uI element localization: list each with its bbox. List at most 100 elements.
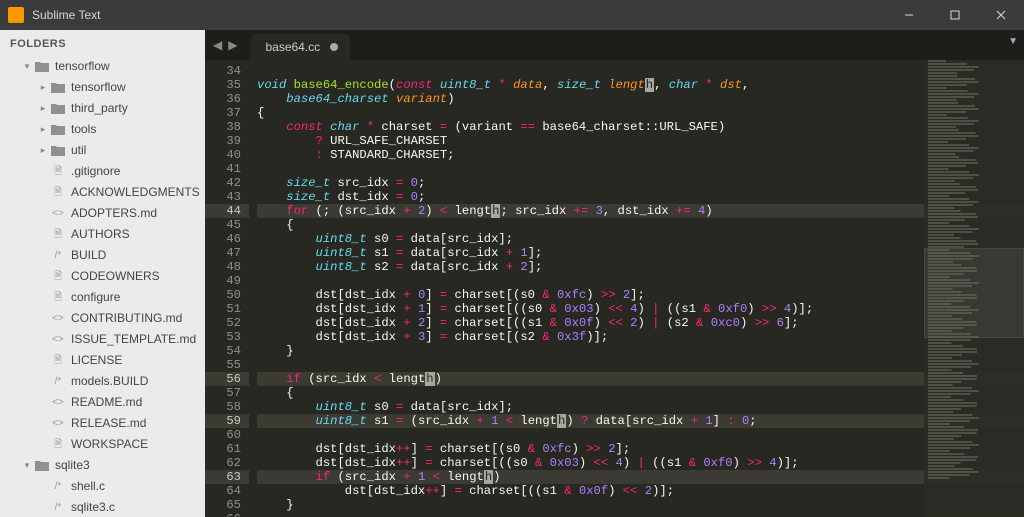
code-line[interactable] <box>257 274 1024 288</box>
code-line[interactable]: dst[dst_idx + 0] = charset[(s0 & 0xfc) >… <box>257 288 1024 302</box>
disclosure-arrow-icon[interactable]: ▸ <box>38 79 48 96</box>
code-line[interactable]: dst[dst_idx + 2] = charset[((s1 & 0x0f) … <box>257 316 1024 330</box>
code-line[interactable]: dst[dst_idx + 1] = charset[((s0 & 0x03) … <box>257 302 1024 316</box>
code-line[interactable]: void base64_encode(const uint8_t * data,… <box>257 78 1024 92</box>
code-line[interactable]: uint8_t s1 = data[src_idx + 1]; <box>257 246 1024 260</box>
disclosure-arrow-icon[interactable]: ▸ <box>38 100 48 117</box>
tab-dropdown-icon[interactable]: ▼ <box>1008 36 1018 47</box>
maximize-button[interactable] <box>932 0 978 30</box>
code-line[interactable]: : STANDARD_CHARSET; <box>257 148 1024 162</box>
code-line[interactable]: uint8_t s0 = data[src_idx]; <box>257 400 1024 414</box>
folder-icon <box>50 123 66 137</box>
editor-pane: ◀ ▶ base64.cc ▼ 343536373839404142434445… <box>205 30 1024 517</box>
file-item-CONTRIBUTING.md[interactable]: <>CONTRIBUTING.md <box>0 308 205 329</box>
file-item-ACKNOWLEDGMENTS[interactable]: 🗎ACKNOWLEDGMENTS <box>0 182 205 203</box>
minimap[interactable] <box>924 60 1024 517</box>
file-item-ADOPTERS.md[interactable]: <>ADOPTERS.md <box>0 203 205 224</box>
nav-forward-icon[interactable]: ▶ <box>228 38 237 52</box>
code-line[interactable] <box>257 512 1024 517</box>
code-area[interactable]: 3435363738394041424344454647484950515253… <box>205 60 1024 517</box>
line-number: 61 <box>205 442 241 456</box>
code-line[interactable]: uint8_t s0 = data[src_idx]; <box>257 232 1024 246</box>
file-item-BUILD[interactable]: /*BUILD <box>0 245 205 266</box>
folder-item-tensorflow[interactable]: ▾tensorflow <box>0 56 205 77</box>
code-line[interactable]: dst[dst_idx + 3] = charset[(s2 & 0x3f)]; <box>257 330 1024 344</box>
code-line[interactable]: dst[dst_idx++] = charset[((s0 & 0x03) <<… <box>257 456 1024 470</box>
disclosure-arrow-icon[interactable]: ▾ <box>22 58 32 75</box>
code-line[interactable] <box>257 358 1024 372</box>
file-item-ISSUE_TEMPLATE.md[interactable]: <>ISSUE_TEMPLATE.md <box>0 329 205 350</box>
tree-item-label: tensorflow <box>71 79 126 96</box>
code-line[interactable]: } <box>257 344 1024 358</box>
file-item-configure[interactable]: 🗎configure <box>0 287 205 308</box>
file-item-LICENSE[interactable]: 🗎LICENSE <box>0 350 205 371</box>
nav-back-icon[interactable]: ◀ <box>213 38 222 52</box>
code-line[interactable]: ? URL_SAFE_CHARSET <box>257 134 1024 148</box>
file-item-.gitignore[interactable]: 🗎.gitignore <box>0 161 205 182</box>
line-number: 57 <box>205 386 241 400</box>
line-number: 53 <box>205 330 241 344</box>
file-item-RELEASE.md[interactable]: <>RELEASE.md <box>0 413 205 434</box>
code-line[interactable]: size_t dst_idx = 0; <box>257 190 1024 204</box>
line-number: 47 <box>205 246 241 260</box>
code-line[interactable]: { <box>257 386 1024 400</box>
file-item-AUTHORS[interactable]: 🗎AUTHORS <box>0 224 205 245</box>
file-icon: 🗎 <box>50 291 66 305</box>
code-line[interactable] <box>257 428 1024 442</box>
code-line[interactable]: size_t src_idx = 0; <box>257 176 1024 190</box>
line-number: 59 <box>205 414 249 428</box>
tree-item-label: util <box>71 142 86 159</box>
code-line[interactable]: dst[dst_idx++] = charset[(s0 & 0xfc) >> … <box>257 442 1024 456</box>
code-line[interactable]: if (src_idx < length) <box>257 372 1024 386</box>
code-line[interactable]: for (; (src_idx + 2) < length; src_idx +… <box>257 204 1024 218</box>
line-number: 60 <box>205 428 241 442</box>
code-line[interactable]: if (src_idx + 1 < length) <box>257 470 1024 484</box>
code-line[interactable] <box>257 64 1024 78</box>
disclosure-arrow-icon[interactable]: ▸ <box>38 142 48 159</box>
folder-item-third_party[interactable]: ▸third_party <box>0 98 205 119</box>
disclosure-arrow-icon[interactable]: ▸ <box>38 121 48 138</box>
close-button[interactable] <box>978 0 1024 30</box>
code-line[interactable] <box>257 162 1024 176</box>
folder-item-util[interactable]: ▸ util <box>0 140 205 161</box>
file-icon: 🗎 <box>50 186 66 200</box>
line-number: 34 <box>205 64 241 78</box>
line-number: 50 <box>205 288 241 302</box>
line-number: 51 <box>205 302 241 316</box>
code-line[interactable]: dst[dst_idx++] = charset[((s1 & 0x0f) <<… <box>257 484 1024 498</box>
line-number: 65 <box>205 498 241 512</box>
folder-icon <box>34 459 50 473</box>
folder-item-tools[interactable]: ▸ tools <box>0 119 205 140</box>
sidebar: FOLDERS ▾tensorflow▸tensorflow▸third_par… <box>0 30 205 517</box>
code-content[interactable]: void base64_encode(const uint8_t * data,… <box>249 60 1024 517</box>
file-icon: 🗎 <box>50 438 66 452</box>
code-line[interactable]: uint8_t s1 = (src_idx + 1 < length) ? da… <box>257 414 1024 428</box>
tree-item-label: tools <box>71 121 96 138</box>
code-line[interactable]: uint8_t s2 = data[src_idx + 2]; <box>257 260 1024 274</box>
line-number: 42 <box>205 176 241 190</box>
file-icon: 🗎 <box>50 270 66 284</box>
disclosure-arrow-icon[interactable]: ▾ <box>22 457 32 474</box>
line-number: 39 <box>205 134 241 148</box>
file-item-README.md[interactable]: <>README.md <box>0 392 205 413</box>
tree-item-label: README.md <box>71 394 142 411</box>
line-number: 49 <box>205 274 241 288</box>
file-item-shell.c[interactable]: /*shell.c <box>0 476 205 497</box>
code-line[interactable]: base64_charset variant) <box>257 92 1024 106</box>
code-line[interactable]: const char * charset = (variant == base6… <box>257 120 1024 134</box>
minimize-button[interactable] <box>886 0 932 30</box>
code-line[interactable]: { <box>257 218 1024 232</box>
file-icon: <> <box>50 333 66 347</box>
folder-item-sqlite3[interactable]: ▾sqlite3 <box>0 455 205 476</box>
file-item-models.BUILD[interactable]: /*models.BUILD <box>0 371 205 392</box>
line-number: 35 <box>205 78 241 92</box>
code-line[interactable]: { <box>257 106 1024 120</box>
file-item-sqlite3.c[interactable]: /*sqlite3.c <box>0 497 205 517</box>
tab-active[interactable]: base64.cc <box>251 34 350 60</box>
folder-item-tensorflow[interactable]: ▸ tensorflow <box>0 77 205 98</box>
code-line[interactable]: } <box>257 498 1024 512</box>
file-item-WORKSPACE[interactable]: 🗎WORKSPACE <box>0 434 205 455</box>
file-item-CODEOWNERS[interactable]: 🗎CODEOWNERS <box>0 266 205 287</box>
file-icon: /* <box>50 480 66 494</box>
file-icon: /* <box>50 375 66 389</box>
